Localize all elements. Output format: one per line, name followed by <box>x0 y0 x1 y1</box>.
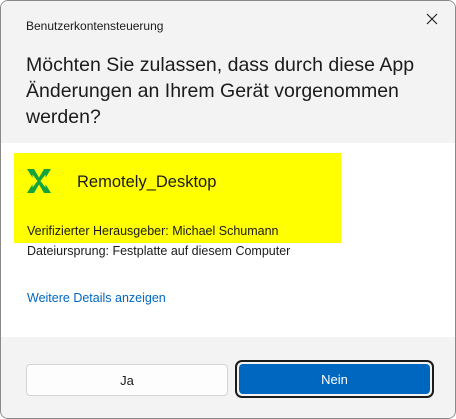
window-title: Benutzerkontensteuerung <box>26 19 164 33</box>
publisher-label: Verifizierter Herausgeber: Michael Schum… <box>27 224 279 238</box>
close-button[interactable] <box>415 5 449 33</box>
app-icon <box>27 169 51 193</box>
button-bar: Ja Nein <box>1 337 455 418</box>
no-button-focus-ring: Nein <box>235 360 434 398</box>
dialog-header: Benutzerkontensteuerung Möchten Sie zula… <box>1 1 455 143</box>
app-info-panel: Remotely_Desktop Verifizierter Herausgeb… <box>1 143 455 337</box>
file-origin-label: Dateiursprung: Festplatte auf diesem Com… <box>27 244 291 258</box>
uac-question: Möchten Sie zulassen, dass durch diese A… <box>26 54 415 128</box>
uac-dialog: Benutzerkontensteuerung Möchten Sie zula… <box>0 0 456 419</box>
close-icon <box>426 13 438 25</box>
no-button[interactable]: Nein <box>239 364 430 394</box>
app-name: Remotely_Desktop <box>77 173 217 191</box>
yes-button[interactable]: Ja <box>26 364 228 396</box>
more-details-link[interactable]: Weitere Details anzeigen <box>27 291 166 305</box>
